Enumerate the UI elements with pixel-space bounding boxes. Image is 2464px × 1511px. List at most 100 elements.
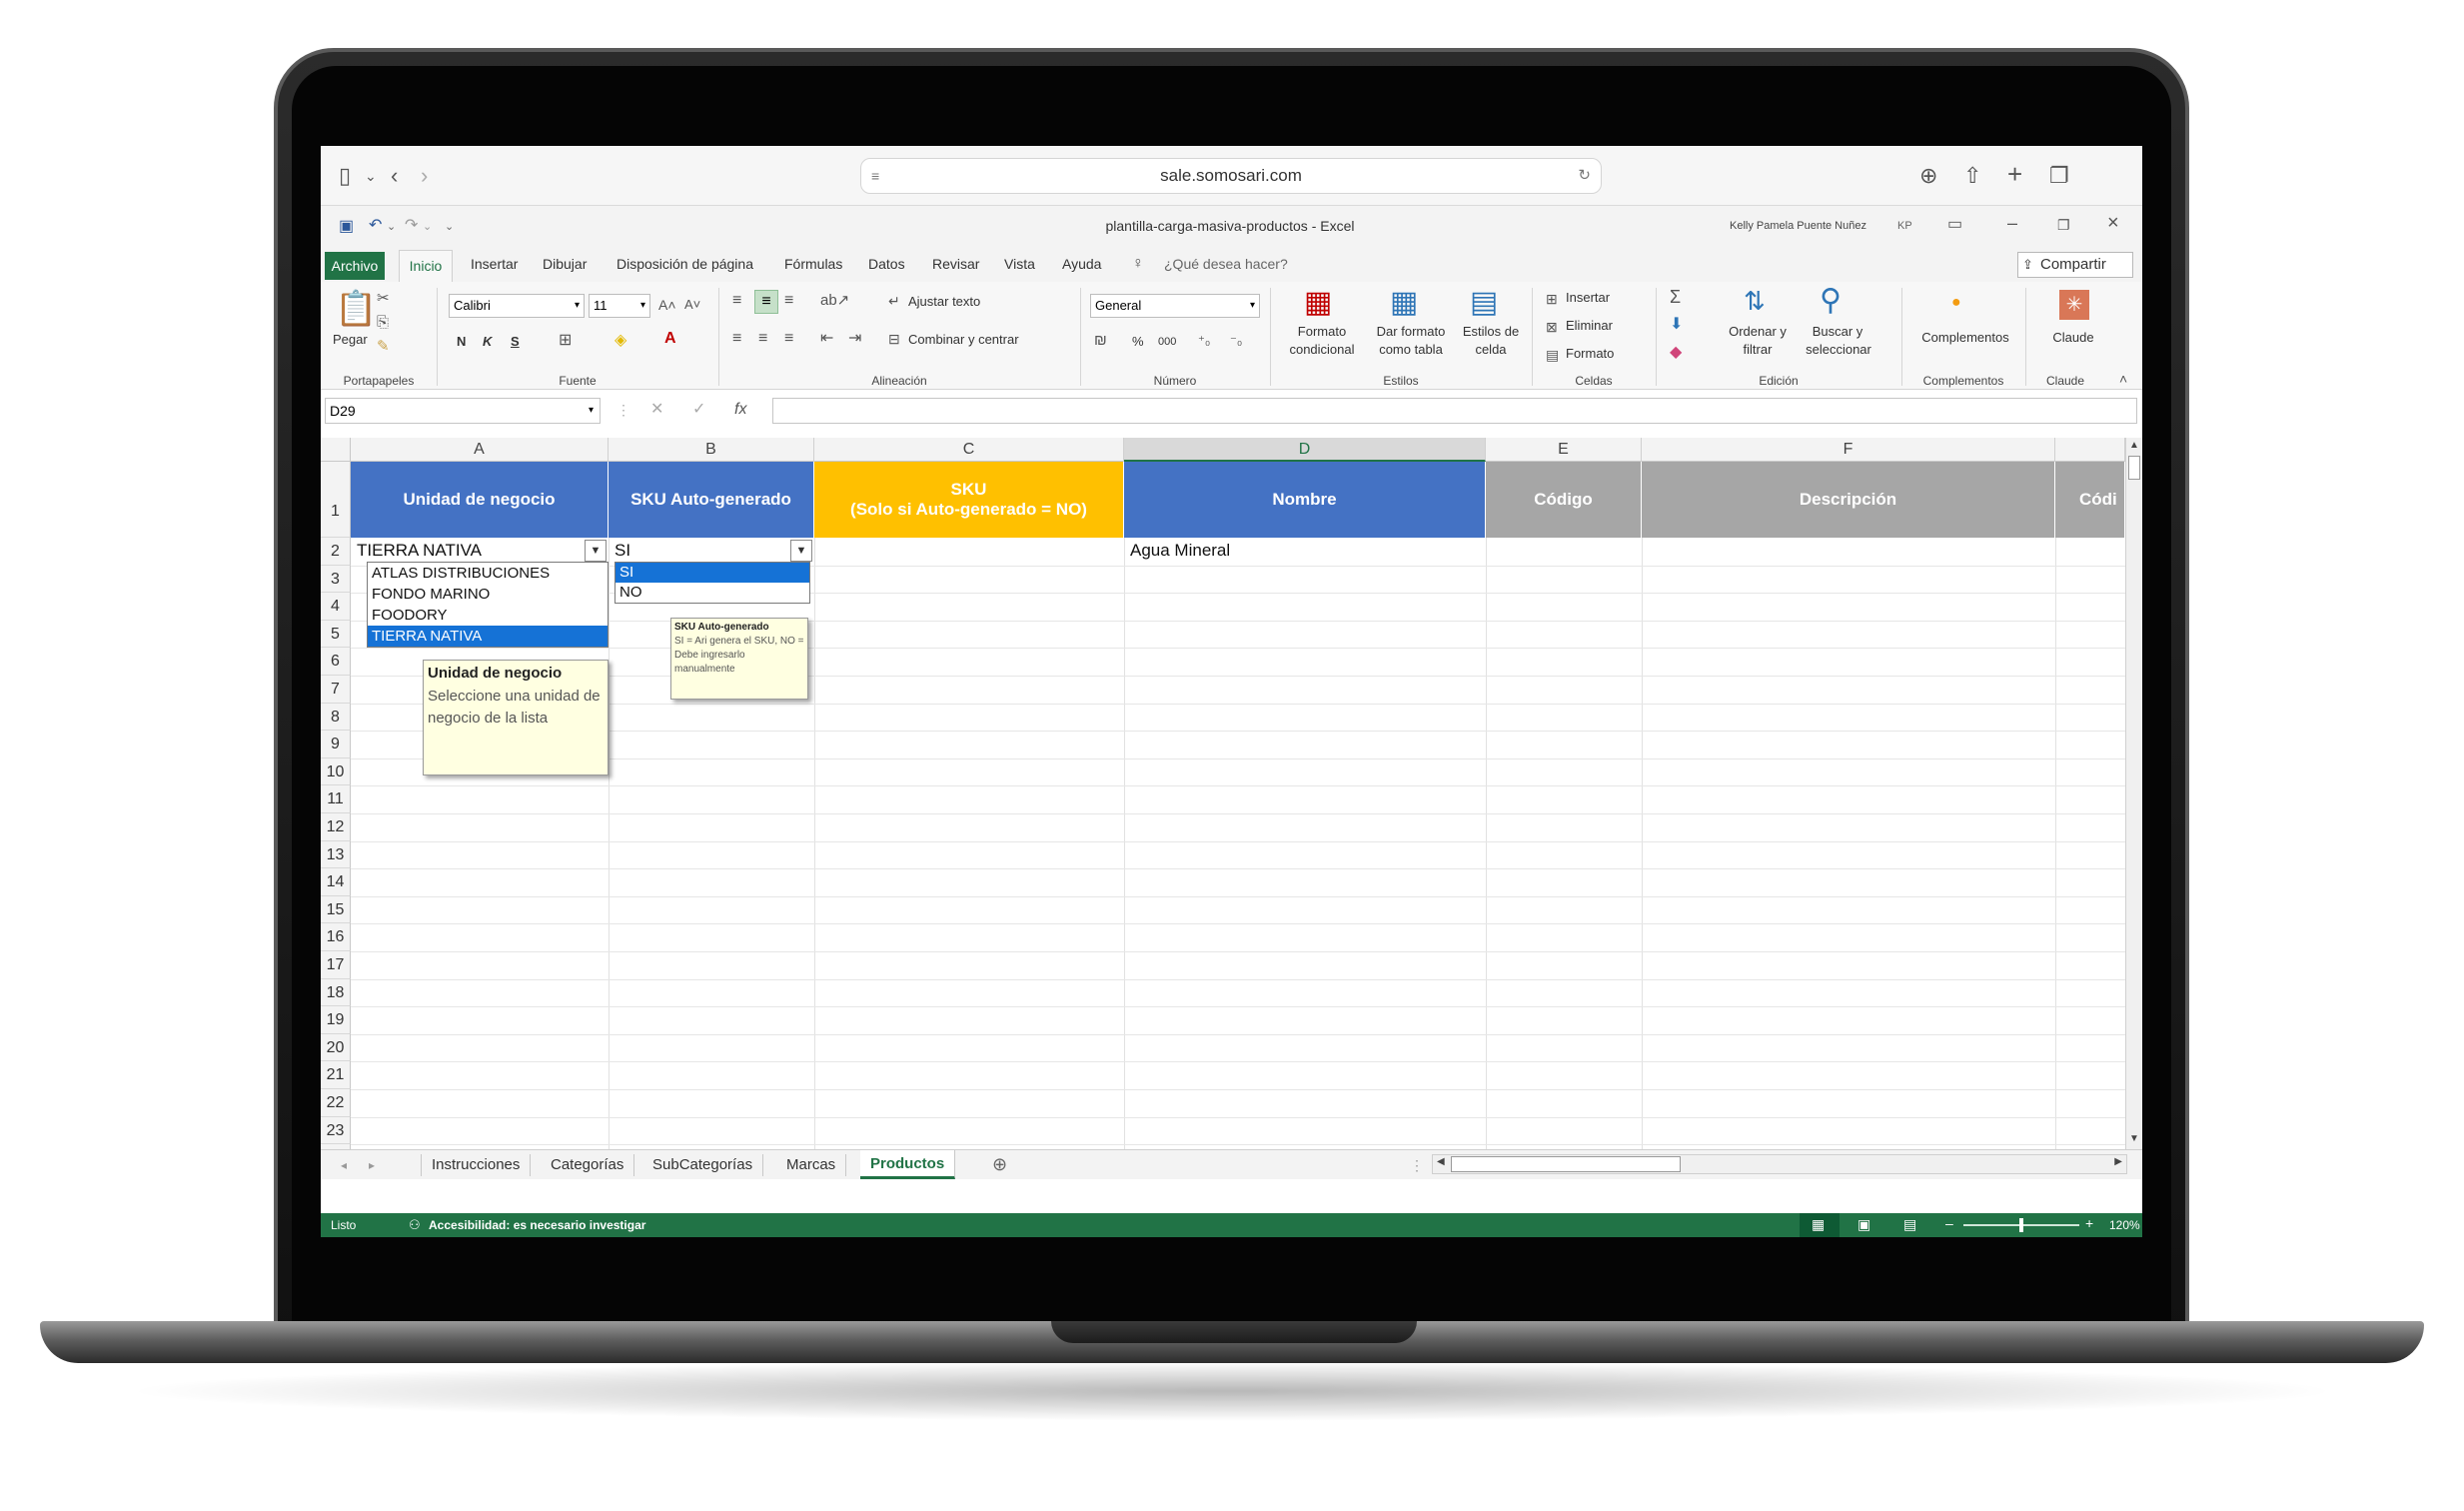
header-cell-codigo[interactable]: Código	[1486, 462, 1642, 538]
dropdown-option[interactable]: NO	[616, 583, 809, 603]
decrease-indent-icon[interactable]: ⇤	[820, 330, 833, 348]
scroll-up-icon[interactable]: ▲	[2129, 440, 2139, 451]
orientation-icon[interactable]: ab↗	[820, 292, 849, 310]
tab-ayuda[interactable]: Ayuda	[1062, 254, 1101, 274]
format-cells-icon[interactable]: ▤	[1546, 346, 1559, 364]
tab-datos[interactable]: Datos	[868, 254, 905, 274]
clear-icon[interactable]: ◆	[1670, 344, 1682, 362]
row-header[interactable]: 3	[321, 565, 351, 594]
tell-me-box[interactable]: ¿Qué desea hacer?	[1164, 254, 1288, 274]
zoom-level[interactable]: 120%	[2109, 1218, 2140, 1232]
bold-button[interactable]: N	[457, 334, 466, 350]
save-icon[interactable]: ▣	[339, 218, 354, 236]
dropdown-option[interactable]: ATLAS DISTRIBUCIONES	[368, 563, 608, 584]
claude-button[interactable]: Claude	[2035, 330, 2111, 346]
row-header[interactable]: 12	[321, 813, 351, 841]
borders-icon[interactable]: ⊞	[559, 332, 572, 350]
row-header[interactable]: 18	[321, 978, 351, 1007]
forward-icon[interactable]: ›	[421, 165, 428, 187]
align-right-icon[interactable]: ≡	[784, 330, 793, 348]
restore-icon[interactable]: ❐	[2057, 216, 2070, 234]
header-cell-sku[interactable]: SKU (Solo si Auto-generado = NO)	[814, 462, 1124, 538]
row-header[interactable]: 15	[321, 895, 351, 924]
fill-color-icon[interactable]: ◈	[615, 332, 626, 350]
header-cell-descripcion[interactable]: Descripción	[1642, 462, 2055, 538]
tab-insertar[interactable]: Insertar	[471, 254, 518, 274]
vertical-scrollbar[interactable]: ▲ ▼	[2125, 438, 2142, 1149]
horizontal-scroll-thumb[interactable]	[1451, 1156, 1681, 1172]
row-header[interactable]: 6	[321, 648, 351, 676]
header-cell-codigo-2[interactable]: Códi	[2055, 462, 2125, 538]
italic-button[interactable]: K	[483, 334, 492, 350]
scroll-right-icon[interactable]: ▶	[2114, 1156, 2122, 1167]
user-initials[interactable]: KP	[1897, 220, 1912, 232]
cell-styles-label-1[interactable]: Estilos de	[1458, 324, 1524, 340]
cancel-icon[interactable]: ✕	[650, 401, 663, 419]
find-select-icon[interactable]: ⚲	[1820, 286, 1842, 316]
row-header[interactable]: 14	[321, 868, 351, 896]
row-header[interactable]: 22	[321, 1089, 351, 1117]
addins-button[interactable]: Complementos	[1913, 330, 2017, 346]
decrease-decimal-icon[interactable]: ⁻₀	[1230, 332, 1242, 350]
format-as-table-icon[interactable]: ▦	[1390, 288, 1418, 318]
page-settings-icon[interactable]: ≡	[871, 159, 879, 193]
merge-center-button[interactable]: Combinar y centrar	[908, 332, 1019, 348]
sheet-tab-marcas[interactable]: Marcas	[776, 1154, 847, 1176]
redo-icon[interactable]: ↷	[405, 217, 418, 235]
page-layout-icon[interactable]: ▣	[1857, 1216, 1870, 1233]
row-header[interactable]: 11	[321, 785, 351, 813]
undo-icon[interactable]: ↶	[369, 217, 382, 235]
align-bottom-icon[interactable]: ≡	[784, 292, 793, 310]
sort-filter-icon[interactable]: ⇅	[1744, 288, 1766, 314]
table-format-label-1[interactable]: Dar formato	[1368, 324, 1454, 340]
header-cell-sku-auto[interactable]: SKU Auto-generado	[609, 462, 814, 538]
new-tab-icon[interactable]: +	[2007, 161, 2022, 187]
formula-input[interactable]	[772, 398, 2137, 424]
row-header[interactable]: 20	[321, 1033, 351, 1062]
vertical-scroll-thumb[interactable]	[2128, 456, 2140, 480]
thousands-button[interactable]: 000	[1158, 334, 1176, 350]
address-bar[interactable]: ≡ sale.somosari.com ↻	[860, 158, 1602, 194]
row-header[interactable]: 9	[321, 731, 351, 758]
column-header-c[interactable]: C	[814, 438, 1124, 462]
redo-dropdown-icon[interactable]: ⌄	[423, 218, 432, 236]
add-sheet-icon[interactable]: ⊕	[992, 1155, 1007, 1173]
row-header[interactable]: 5	[321, 620, 351, 649]
insert-button[interactable]: Insertar	[1566, 290, 1610, 306]
ribbon-display-icon[interactable]: ▭	[1947, 216, 1962, 234]
row-header[interactable]: 1	[321, 462, 351, 538]
font-name-box[interactable]: Calibri ▾	[449, 294, 585, 318]
dropdown-arrow-b2[interactable]: ▼	[790, 540, 812, 562]
table-format-label-2[interactable]: como tabla	[1368, 342, 1454, 358]
fill-icon[interactable]: ⬇	[1670, 316, 1683, 334]
row-header[interactable]: 17	[321, 951, 351, 979]
scroll-down-icon[interactable]: ▼	[2129, 1133, 2139, 1144]
addins-icon[interactable]: ●	[1951, 294, 1961, 312]
zoom-out-icon[interactable]: –	[1945, 1215, 1953, 1231]
column-header-a[interactable]: A	[351, 438, 609, 462]
accessibility-status[interactable]: Accesibilidad: es necesario investigar	[429, 1218, 645, 1232]
download-icon[interactable]: ⊕	[1919, 165, 1937, 187]
header-cell-nombre[interactable]: Nombre	[1124, 462, 1486, 538]
name-box[interactable]: D29 ▾	[325, 398, 601, 424]
row-header[interactable]: 13	[321, 840, 351, 869]
align-top-icon[interactable]: ≡	[732, 292, 741, 310]
reload-icon[interactable]: ↻	[1578, 159, 1591, 193]
cut-icon[interactable]: ✂	[377, 290, 390, 308]
tab-revisar[interactable]: Revisar	[932, 254, 979, 274]
dropdown-arrow-a2[interactable]: ▼	[585, 540, 607, 562]
scroll-left-icon[interactable]: ◀	[1437, 1156, 1445, 1167]
sheet-tab-instrucciones[interactable]: Instrucciones	[421, 1154, 532, 1176]
zoom-slider-thumb[interactable]	[2019, 1218, 2023, 1232]
undo-dropdown-icon[interactable]: ⌄	[387, 218, 396, 236]
sheet-tab-subcategorias[interactable]: SubCategorías	[642, 1154, 764, 1176]
delete-button[interactable]: Eliminar	[1566, 318, 1613, 334]
row-header[interactable]: 2	[321, 538, 351, 566]
row-header[interactable]: 23	[321, 1116, 351, 1145]
page-break-icon[interactable]: ▤	[1903, 1216, 1916, 1233]
accounting-icon[interactable]: ₪	[1094, 332, 1107, 350]
align-middle-icon[interactable]: ≡	[754, 290, 778, 314]
user-name[interactable]: Kelly Pamela Puente Nuñez	[1730, 220, 1866, 232]
align-left-icon[interactable]: ≡	[732, 330, 741, 348]
increase-indent-icon[interactable]: ⇥	[848, 330, 861, 348]
